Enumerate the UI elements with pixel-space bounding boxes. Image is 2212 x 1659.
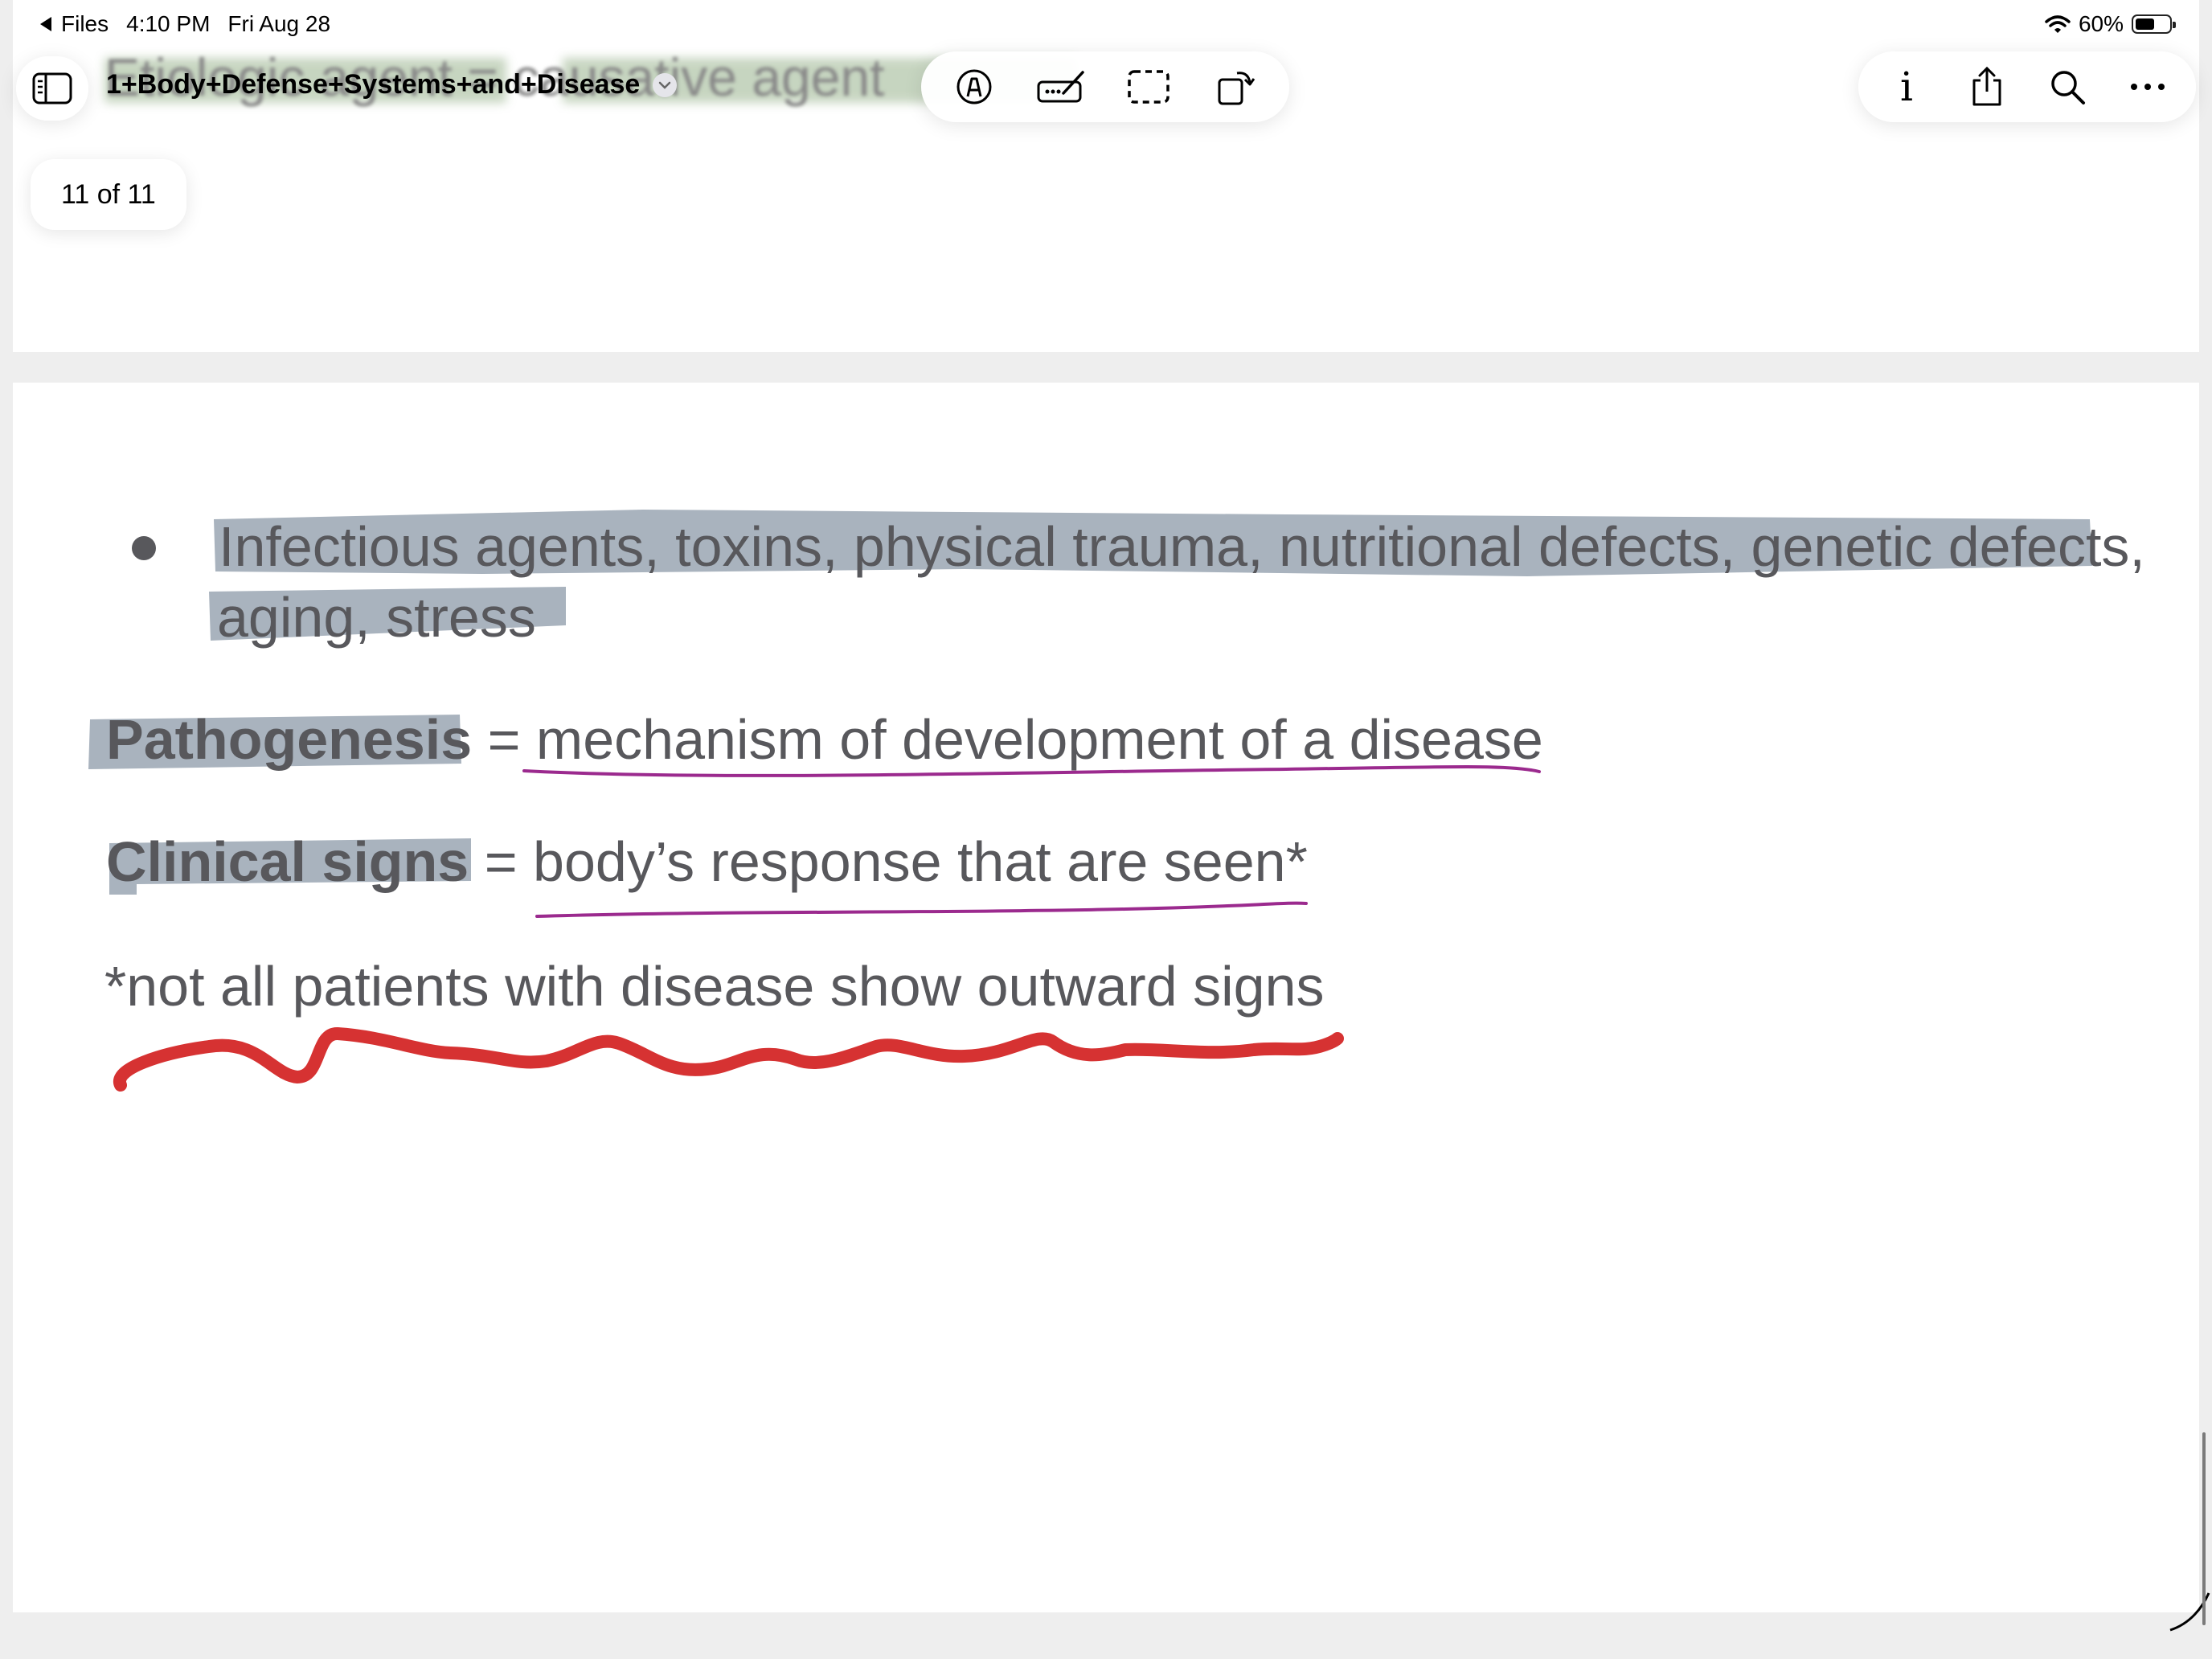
back-to-files-link[interactable]: Files [61,11,109,37]
signature-button[interactable] [1033,58,1091,116]
clinical-signs-line: Clinical signs = body’s response that ar… [106,830,1308,894]
selection-icon [1128,70,1169,104]
share-icon [1972,66,2001,106]
pathogenesis-line: Pathogenesis = mechanism of development … [106,707,1543,772]
markup-toolbar [921,51,1289,122]
document-title[interactable]: 1+Body+Defense+Systems+and+Disease [106,69,640,100]
page-counter: 11 of 11 [31,159,186,230]
sidebar-toggle-button[interactable] [16,56,88,121]
bullet-line-2: aging, stress [217,586,536,649]
pen-tip-icon [956,69,992,104]
search-icon [2051,71,2085,104]
bullet-line-1: Infectious agents, toxins, physical trau… [219,515,2145,578]
status-left: Files 4:10 PM Fri Aug 28 [40,11,330,37]
pathogenesis-term: Pathogenesis [106,708,473,771]
wifi-icon [2045,15,2071,33]
document-title-menu[interactable]: 1+Body+Defense+Systems+and+Disease [106,69,678,100]
back-arrow-icon[interactable] [40,17,51,31]
battery-icon [2132,14,2176,34]
signature-icon [1037,71,1084,103]
info-icon: i [1900,63,1913,110]
share-button[interactable] [1958,58,2016,116]
footnote: *not all patients with disease show outw… [104,955,1325,1018]
sidebar-icon [32,72,72,104]
info-button[interactable]: i [1878,58,1936,116]
status-right: 60% [2045,11,2176,37]
underline-clinical-signs-definition [535,901,1308,918]
scroll-indicator[interactable] [2202,1432,2206,1625]
chevron-down-icon[interactable] [653,72,678,97]
red-squiggle-underline [113,1027,1344,1092]
status-date: Fri Aug 28 [227,11,331,36]
status-bar: Files 4:10 PM Fri Aug 28 60% [0,0,2212,51]
clinical-signs-term: Clinical signs [106,830,469,893]
battery-level [2136,18,2154,30]
actions-toolbar: i [1858,51,2196,122]
bullet-point [132,536,156,560]
rotate-page-icon [1218,72,1255,105]
search-button[interactable] [2038,58,2096,116]
more-button[interactable] [2119,58,2177,116]
battery-percentage: 60% [2078,11,2124,36]
selection-button[interactable] [1120,58,1178,116]
rotate-page-button[interactable] [1207,58,1265,116]
markup-pen-button[interactable] [945,58,1003,116]
status-time: 4:10 PM [126,11,211,36]
pathogenesis-definition: = mechanism of development of a disease [472,708,1543,771]
more-icon [2131,84,2165,90]
clinical-signs-definition: = body’s response that are seen* [469,830,1308,893]
